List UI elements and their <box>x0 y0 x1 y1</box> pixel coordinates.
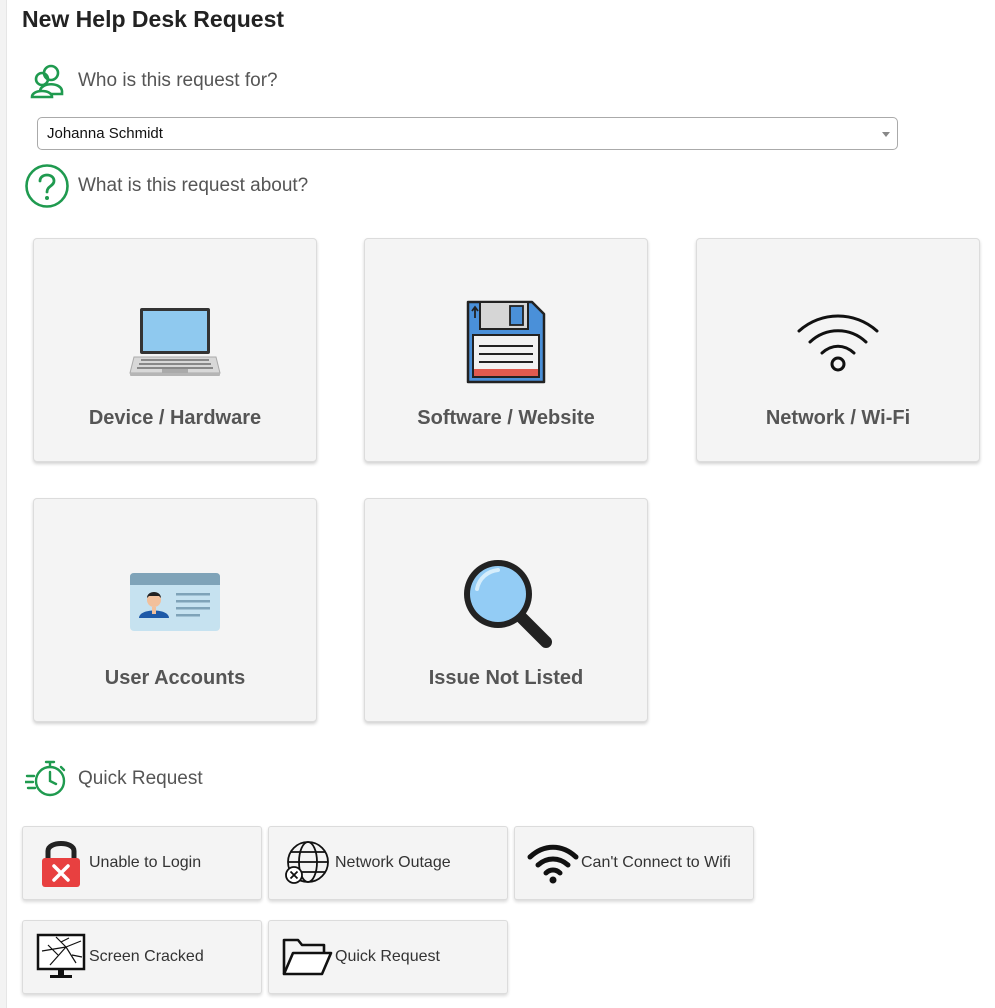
quick-button-label: Unable to Login <box>89 854 202 871</box>
category-tile-network-wifi[interactable]: Network / Wi-Fi <box>696 238 980 462</box>
floppy-disk-icon <box>465 299 547 390</box>
quick-button-screen-cracked[interactable]: Screen Cracked <box>22 920 262 994</box>
folder-icon <box>281 929 333 985</box>
quick-button-cant-connect-wifi[interactable]: Can't Connect to Wifi <box>514 826 754 900</box>
question-circle-icon <box>24 163 70 209</box>
stopwatch-icon <box>24 756 70 802</box>
dropdown-arrow-icon <box>882 132 890 137</box>
globe-error-icon <box>281 835 333 891</box>
category-label: User Accounts <box>104 667 246 689</box>
quick-button-unable-to-login[interactable]: Unable to Login <box>22 826 262 900</box>
wifi-icon <box>527 835 579 891</box>
about-question: What is this request about? <box>78 175 309 196</box>
quick-button-label: Quick Request <box>335 948 440 965</box>
quick-button-network-outage[interactable]: Network Outage <box>268 826 508 900</box>
users-icon <box>24 58 70 104</box>
quick-section-header: Quick Request <box>24 756 203 802</box>
category-tile-user-accounts[interactable]: User Accounts <box>33 498 317 722</box>
category-tile-device-hardware[interactable]: Device / Hardware <box>33 238 317 462</box>
cracked-monitor-icon <box>35 929 87 985</box>
requester-select[interactable]: Johanna Schmidt <box>37 117 898 150</box>
category-label: Issue Not Listed <box>428 667 584 689</box>
category-label: Network / Wi-Fi <box>765 407 911 429</box>
category-tile-issue-not-listed[interactable]: Issue Not Listed <box>364 498 648 722</box>
padlock-error-icon <box>35 835 87 891</box>
quick-button-label: Screen Cracked <box>89 948 204 965</box>
requester-selected-value: Johanna Schmidt <box>47 125 163 142</box>
magnifier-icon <box>460 556 552 653</box>
page-title: New Help Desk Request <box>22 6 285 32</box>
quick-heading: Quick Request <box>78 768 203 789</box>
requester-section-header: Who is this request for? <box>24 58 278 104</box>
id-card-icon <box>129 572 221 637</box>
laptop-icon <box>129 305 221 384</box>
category-tile-software-website[interactable]: Software / Website <box>364 238 648 462</box>
category-label: Software / Website <box>417 407 595 429</box>
about-section-header: What is this request about? <box>24 163 308 209</box>
category-label: Device / Hardware <box>88 407 262 429</box>
quick-button-label: Network Outage <box>335 854 451 871</box>
requester-question: Who is this request for? <box>78 70 278 91</box>
wifi-icon <box>796 310 880 379</box>
quick-button-quick-request[interactable]: Quick Request <box>268 920 508 994</box>
quick-button-label: Can't Connect to Wifi <box>581 854 731 871</box>
left-frame-edge <box>0 0 7 1008</box>
